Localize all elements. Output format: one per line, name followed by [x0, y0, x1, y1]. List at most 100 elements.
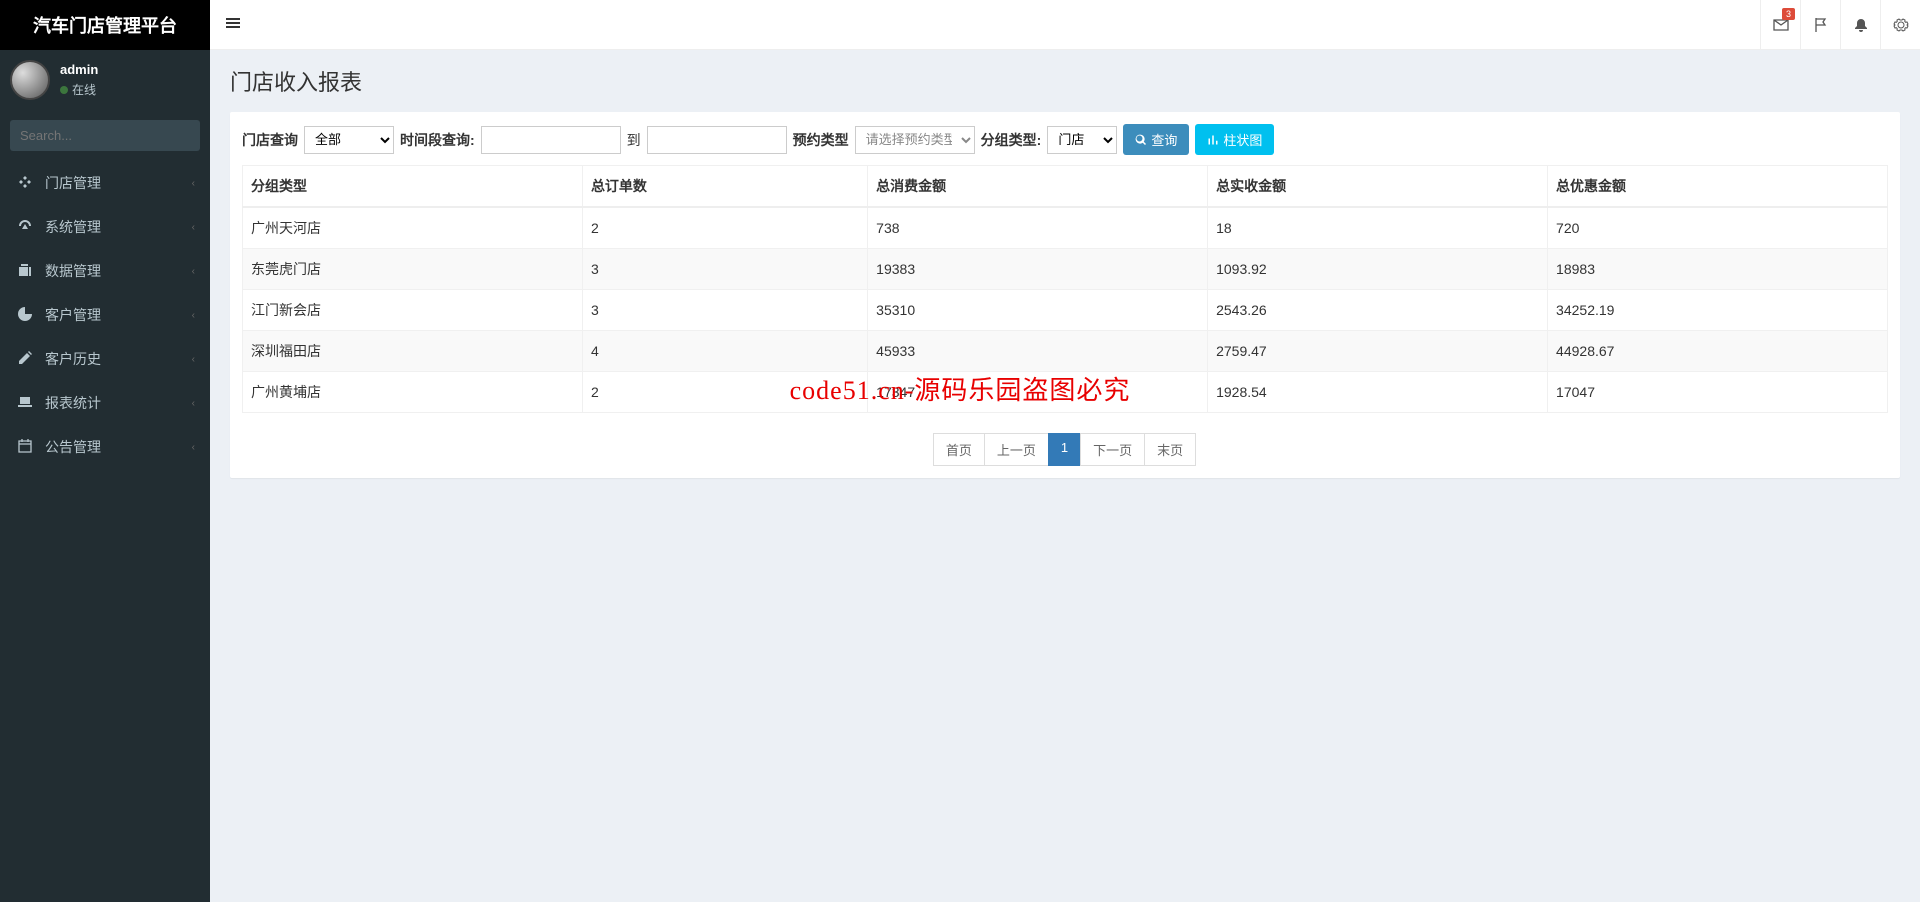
settings-button[interactable] — [1880, 0, 1920, 50]
group-filter-label: 分组类型: — [981, 130, 1042, 150]
calendar-icon — [15, 438, 35, 457]
table-cell: 45933 — [868, 331, 1208, 372]
table-cell: 3 — [582, 290, 867, 331]
sidebar-item-3[interactable]: 客户管理‹ — [0, 293, 210, 337]
online-dot-icon — [60, 86, 68, 94]
table-row: 广州黄埔店2173471928.5417047 — [243, 372, 1888, 413]
chevron-left-icon: ‹ — [192, 222, 195, 233]
flag-button[interactable] — [1800, 0, 1840, 50]
page-last[interactable]: 末页 — [1144, 433, 1196, 466]
avatar — [10, 60, 50, 100]
table-header: 总优惠金额 — [1548, 166, 1888, 208]
page-next[interactable]: 下一页 — [1080, 433, 1145, 466]
table-cell: 1928.54 — [1208, 372, 1548, 413]
table-cell: 18983 — [1548, 249, 1888, 290]
table-cell: 3 — [582, 249, 867, 290]
sidebar-search — [10, 120, 200, 151]
sidebar-item-label: 报表统计 — [45, 393, 192, 413]
bell-icon — [1853, 17, 1869, 33]
shop-select[interactable]: 全部 — [304, 126, 394, 154]
sidebar-item-0[interactable]: 门店管理‹ — [0, 161, 210, 205]
table-cell: 2543.26 — [1208, 290, 1548, 331]
sidebar-item-2[interactable]: 数据管理‹ — [0, 249, 210, 293]
sidebar-item-4[interactable]: 客户历史‹ — [0, 337, 210, 381]
search-input[interactable] — [10, 120, 200, 151]
sidebar-item-5[interactable]: 报表统计‹ — [0, 381, 210, 425]
messages-badge: 3 — [1782, 8, 1795, 20]
pie-icon — [15, 306, 35, 325]
page-title: 门店收入报表 — [230, 65, 1900, 97]
sidebar: 汽车门店管理平台 admin 在线 门店管理‹系统管理‹数据管理‹客户管理‹客户… — [0, 0, 210, 902]
date-from-input[interactable] — [481, 126, 621, 154]
query-button[interactable]: 查询 — [1123, 124, 1189, 155]
table-cell: 1093.92 — [1208, 249, 1548, 290]
flag-icon — [1813, 17, 1829, 33]
sidebar-item-1[interactable]: 系统管理‹ — [0, 205, 210, 249]
table-cell: 44928.67 — [1548, 331, 1888, 372]
dashboard-icon — [15, 218, 35, 237]
type-select[interactable]: 请选择预约类型 — [855, 126, 975, 154]
laptop-icon — [15, 394, 35, 413]
report-panel: 门店查询 全部 时间段查询: 到 预约类型 请选择预约类型 分组类型: 门店 查… — [230, 112, 1900, 478]
edit-icon — [15, 350, 35, 369]
user-status-label: 在线 — [72, 81, 96, 98]
table-row: 江门新会店3353102543.2634252.19 — [243, 290, 1888, 331]
sidebar-item-label: 数据管理 — [45, 261, 192, 281]
chart-button-label: 柱状图 — [1223, 130, 1262, 149]
pagination: 首页 上一页 1 下一页 末页 — [242, 433, 1888, 466]
sidebar-item-label: 客户历史 — [45, 349, 192, 369]
table-cell: 2 — [582, 372, 867, 413]
page-prev[interactable]: 上一页 — [984, 433, 1049, 466]
topbar: 3 — [210, 0, 1920, 50]
sidebar-item-6[interactable]: 公告管理‹ — [0, 425, 210, 469]
chevron-left-icon: ‹ — [192, 442, 195, 453]
user-name: admin — [60, 62, 98, 77]
report-table: 分组类型总订单数总消费金额总实收金额总优惠金额 广州天河店273818720东莞… — [242, 165, 1888, 413]
search-icon — [1135, 134, 1147, 146]
user-panel: admin 在线 — [0, 50, 210, 110]
page-current[interactable]: 1 — [1048, 433, 1081, 466]
table-header: 分组类型 — [243, 166, 583, 208]
table-cell: 18 — [1208, 207, 1548, 249]
table-cell: 720 — [1548, 207, 1888, 249]
chevron-left-icon: ‹ — [192, 354, 195, 365]
group-select[interactable]: 门店 — [1047, 126, 1117, 154]
notifications-button[interactable] — [1840, 0, 1880, 50]
table-cell: 19383 — [868, 249, 1208, 290]
table-header: 总订单数 — [582, 166, 867, 208]
gears-icon — [1893, 17, 1909, 33]
table-cell: 35310 — [868, 290, 1208, 331]
filter-bar: 门店查询 全部 时间段查询: 到 预约类型 请选择预约类型 分组类型: 门店 查… — [242, 124, 1888, 155]
user-status: 在线 — [60, 81, 98, 98]
bar-chart-icon — [1207, 134, 1219, 146]
sidebar-item-label: 客户管理 — [45, 305, 192, 325]
table-cell: 广州黄埔店 — [243, 372, 583, 413]
content-header: 门店收入报表 — [210, 50, 1920, 112]
copy-icon — [15, 262, 35, 281]
table-row: 东莞虎门店3193831093.9218983 — [243, 249, 1888, 290]
page-first[interactable]: 首页 — [933, 433, 985, 466]
chevron-left-icon: ‹ — [192, 398, 195, 409]
table-cell: 17047 — [1548, 372, 1888, 413]
chevron-left-icon: ‹ — [192, 310, 195, 321]
sidebar-item-label: 系统管理 — [45, 217, 192, 237]
date-to-input[interactable] — [647, 126, 787, 154]
bars-icon — [225, 15, 241, 31]
table-cell: 深圳福田店 — [243, 331, 583, 372]
messages-button[interactable]: 3 — [1760, 0, 1800, 50]
date-to-label: 到 — [627, 130, 641, 150]
app-logo: 汽车门店管理平台 — [0, 0, 210, 50]
table-cell: 4 — [582, 331, 867, 372]
table-cell: 17347 — [868, 372, 1208, 413]
table-row: 广州天河店273818720 — [243, 207, 1888, 249]
time-filter-label: 时间段查询: — [400, 130, 475, 150]
table-header: 总消费金额 — [868, 166, 1208, 208]
table-cell: 2759.47 — [1208, 331, 1548, 372]
table-cell: 738 — [868, 207, 1208, 249]
sidebar-menu: 门店管理‹系统管理‹数据管理‹客户管理‹客户历史‹报表统计‹公告管理‹ — [0, 161, 210, 469]
sidebar-toggle[interactable] — [210, 15, 256, 34]
chevron-left-icon: ‹ — [192, 178, 195, 189]
type-filter-label: 预约类型 — [793, 130, 849, 150]
chart-button[interactable]: 柱状图 — [1195, 124, 1274, 155]
table-row: 深圳福田店4459332759.4744928.67 — [243, 331, 1888, 372]
